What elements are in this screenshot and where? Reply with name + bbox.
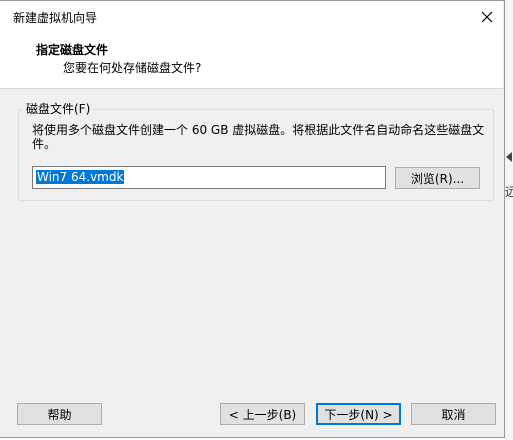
title-bar: 新建虚拟机向导 xyxy=(0,1,503,32)
browse-button[interactable]: 浏览(R)... xyxy=(395,167,480,189)
window-title: 新建虚拟机向导 xyxy=(13,11,98,25)
disk-filename-input[interactable]: Win7 64.vmdk xyxy=(32,166,386,189)
new-vm-wizard-dialog: 新建虚拟机向导 指定磁盘文件 您要在何处存储磁盘文件? 磁盘文件(F) 将使用多… xyxy=(0,0,505,438)
close-icon xyxy=(481,11,493,22)
cancel-button[interactable]: 取消 xyxy=(411,403,496,425)
background-app-strip xyxy=(505,0,513,440)
page-title: 指定磁盘文件 xyxy=(36,43,109,57)
disk-file-description: 将使用多个磁盘文件创建一个 60 GB 虚拟磁盘。将根据此文件名自动命名这些磁盘… xyxy=(32,123,485,151)
next-button[interactable]: 下一步(N) > xyxy=(316,403,401,425)
back-button[interactable]: < 上一步(B) xyxy=(220,403,305,425)
wizard-header: 指定磁盘文件 您要在何处存储磁盘文件? xyxy=(0,32,503,89)
chevron-left-icon xyxy=(506,152,512,162)
disk-file-group-label: 磁盘文件(F) xyxy=(23,100,94,117)
help-button[interactable]: 帮助 xyxy=(17,403,102,425)
close-button[interactable] xyxy=(471,1,503,32)
page-subtitle: 您要在何处存储磁盘文件? xyxy=(63,61,202,75)
disk-filename-value: Win7 64.vmdk xyxy=(36,170,125,184)
background-app-text: 远 xyxy=(505,185,513,199)
